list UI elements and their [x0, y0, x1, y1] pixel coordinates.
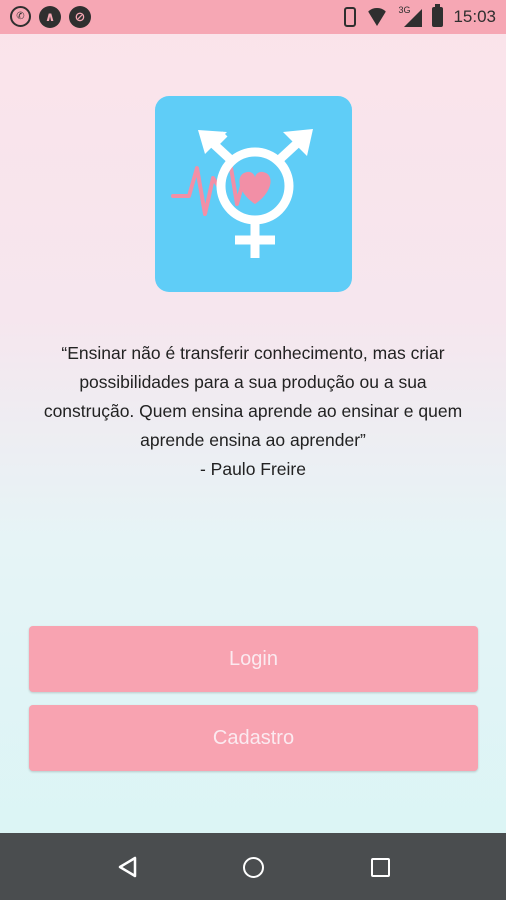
- clock: 15:03: [453, 7, 496, 26]
- status-bar: ✆ ∧ ⊘ 3G 15:03: [0, 0, 506, 34]
- home-icon[interactable]: [243, 857, 264, 878]
- quote-text: “Ensinar não é transferir conhecimento, …: [43, 343, 463, 450]
- navigation-bar: [0, 833, 506, 900]
- login-button[interactable]: Login: [29, 626, 478, 692]
- transgender-heart-logo: [171, 129, 313, 258]
- wifi-icon: [366, 8, 389, 26]
- quote-author: - Paulo Freire: [199, 459, 306, 479]
- app-logo: [155, 96, 352, 292]
- whatsapp-icon: ✆: [10, 6, 31, 27]
- app-a-icon: ∧: [39, 6, 61, 28]
- system-icons: 3G 15:03: [344, 0, 496, 34]
- notification-icons: ✆ ∧ ⊘: [10, 6, 91, 28]
- battery-icon: [432, 4, 444, 27]
- vibrate-icon: [344, 7, 357, 27]
- cadastro-button[interactable]: Cadastro: [29, 705, 478, 771]
- signal-icon: 3G: [398, 5, 423, 27]
- app-b-icon: ⊘: [69, 6, 91, 28]
- back-icon[interactable]: [118, 856, 138, 878]
- recents-icon[interactable]: [371, 858, 390, 877]
